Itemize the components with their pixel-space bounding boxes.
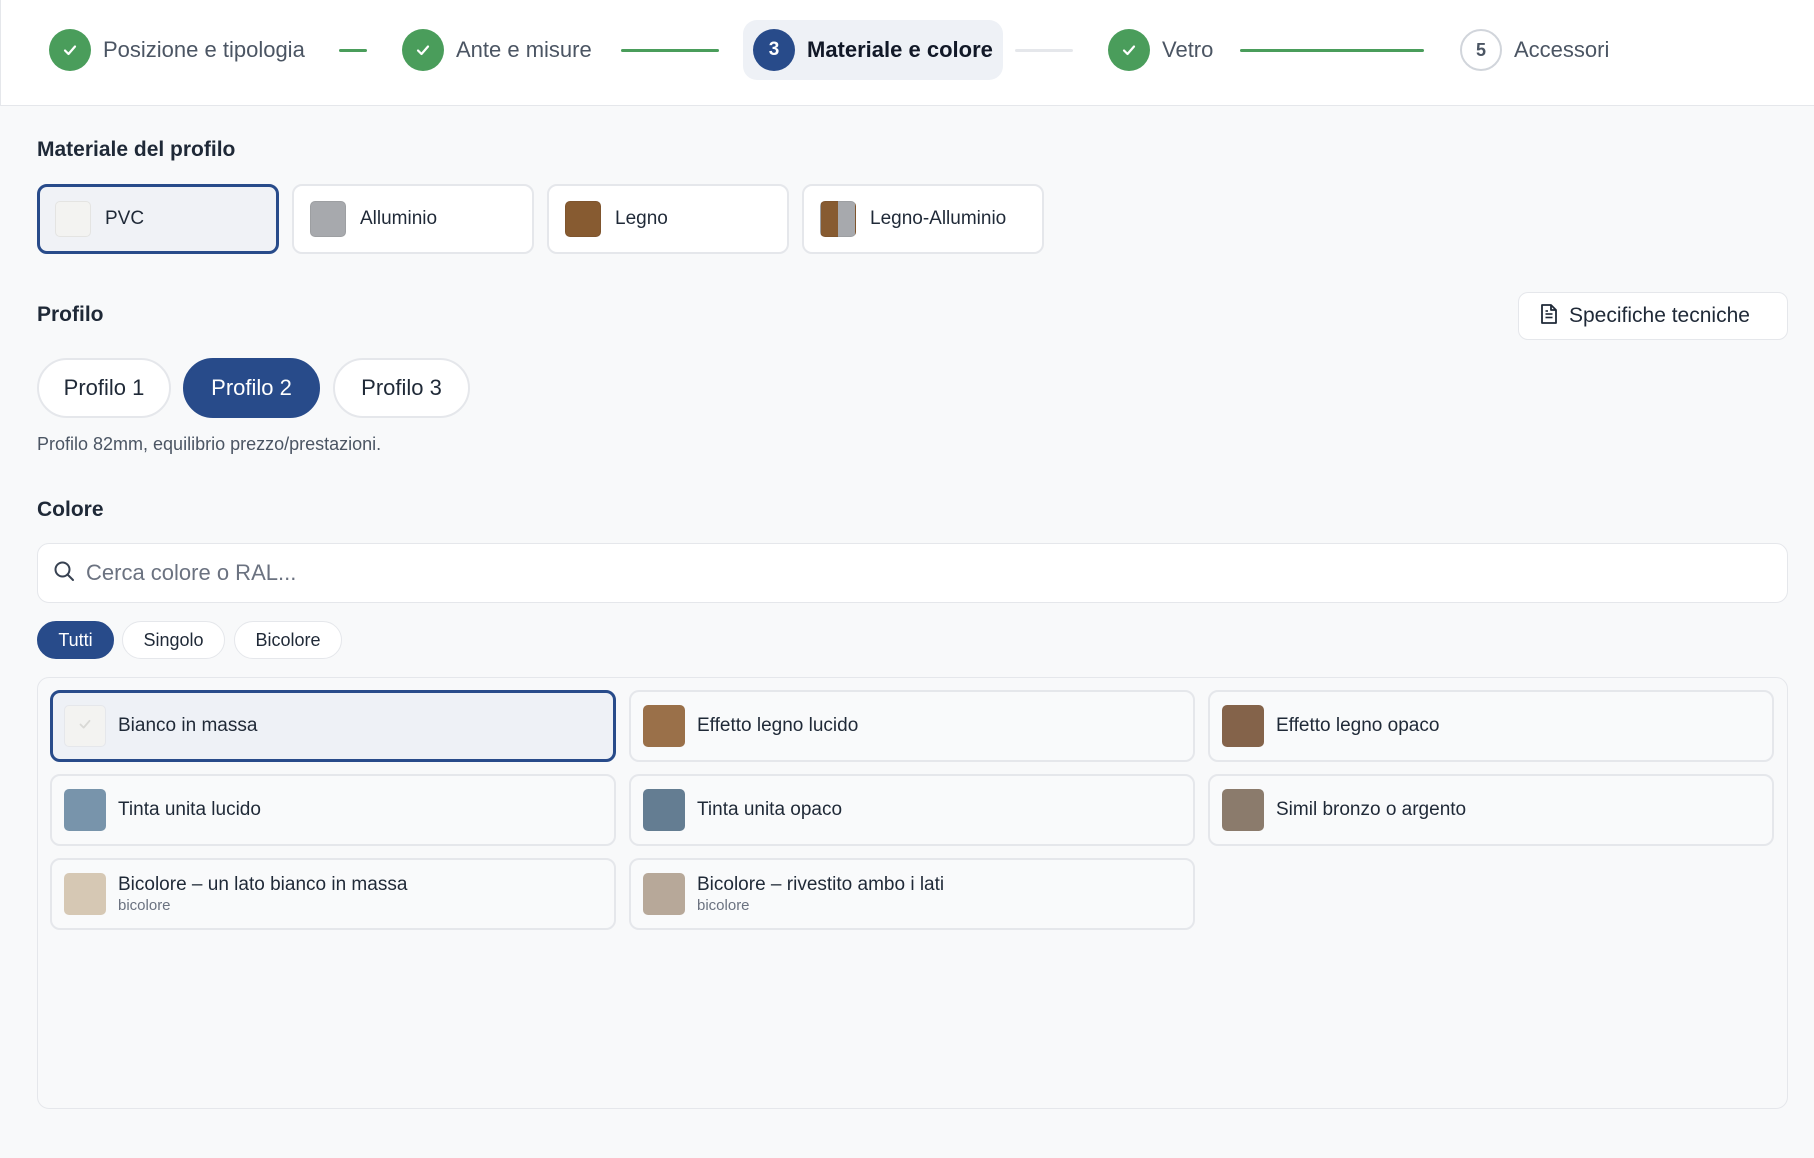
color-subtitle: bicolore bbox=[118, 897, 171, 914]
material-option-legno-alluminio[interactable]: Legno-Alluminio bbox=[802, 184, 1044, 254]
color-swatch bbox=[64, 789, 106, 831]
material-label: Alluminio bbox=[360, 208, 438, 229]
color-option-tinta-unita-opaco[interactable]: Tinta unita opaco bbox=[629, 774, 1195, 846]
color-name: Tinta unita lucido bbox=[118, 799, 261, 820]
material-option-alluminio[interactable]: Alluminio bbox=[292, 184, 534, 254]
color-option-bianco-in-massa[interactable]: Bianco in massa bbox=[50, 690, 616, 762]
color-swatch bbox=[643, 789, 685, 831]
color-text: Effetto legno opaco bbox=[1276, 715, 1439, 737]
step-accessori[interactable]: 5 Accessori bbox=[1460, 20, 1609, 80]
step-label: Accessori bbox=[1514, 37, 1610, 62]
document-icon bbox=[1539, 303, 1559, 330]
step-connector bbox=[339, 49, 367, 52]
material-label: Legno-Alluminio bbox=[870, 208, 1007, 229]
color-swatch bbox=[64, 705, 106, 747]
color-name: Bicolore – rivestito ambo i lati bbox=[697, 874, 945, 895]
material-option-legno[interactable]: Legno bbox=[547, 184, 789, 254]
material-label: PVC bbox=[105, 208, 145, 229]
color-text: Simil bronzo o argento bbox=[1276, 799, 1466, 821]
step-label: Ante e misure bbox=[456, 37, 592, 62]
color-option-effetto-legno-opaco[interactable]: Effetto legno opaco bbox=[1208, 690, 1774, 762]
check-icon bbox=[49, 29, 91, 71]
color-swatch bbox=[1222, 789, 1264, 831]
search-icon bbox=[52, 559, 76, 588]
color-subtitle: bicolore bbox=[697, 897, 750, 914]
color-name: Bianco in massa bbox=[118, 715, 258, 736]
material-section-title: Materiale del profilo bbox=[37, 138, 236, 161]
filter-bicolore[interactable]: Bicolore bbox=[234, 621, 342, 659]
step-connector bbox=[1015, 49, 1073, 52]
profile-description: Profilo 82mm, equilibrio prezzo/prestazi… bbox=[37, 434, 382, 454]
color-name: Effetto legno lucido bbox=[697, 715, 859, 736]
color-option-bicolore-un-lato[interactable]: Bicolore – un lato bianco in massa bicol… bbox=[50, 858, 616, 930]
profile-option-3[interactable]: Profilo 3 bbox=[333, 358, 470, 418]
color-name: Tinta unita opaco bbox=[697, 799, 843, 820]
check-icon bbox=[1108, 29, 1150, 71]
color-name: Effetto legno opaco bbox=[1276, 715, 1440, 736]
color-section-title: Colore bbox=[37, 498, 104, 521]
color-name: Simil bronzo o argento bbox=[1276, 799, 1467, 820]
color-swatch bbox=[643, 705, 685, 747]
check-icon bbox=[76, 715, 94, 738]
filter-tutti[interactable]: Tutti bbox=[37, 621, 114, 659]
step-number-badge: 5 bbox=[1460, 29, 1502, 71]
profile-option-2[interactable]: Profilo 2 bbox=[183, 358, 320, 418]
color-text: Bicolore – un lato bianco in massa bicol… bbox=[118, 874, 407, 914]
color-swatch bbox=[310, 201, 346, 237]
color-swatch bbox=[565, 201, 601, 237]
color-swatch bbox=[820, 201, 856, 237]
color-text: Bicolore – rivestito ambo i lati bicolor… bbox=[697, 874, 944, 914]
color-text: Bianco in massa bbox=[118, 715, 257, 737]
color-swatch bbox=[55, 201, 91, 237]
color-text: Tinta unita lucido bbox=[118, 799, 261, 821]
step-label: Posizione e tipologia bbox=[103, 37, 305, 62]
technical-specs-label: Specifiche tecniche bbox=[1569, 304, 1750, 327]
material-option-pvc[interactable]: PVC bbox=[37, 184, 279, 254]
color-search-bar bbox=[37, 543, 1788, 603]
color-text: Tinta unita opaco bbox=[697, 799, 842, 821]
technical-specs-button[interactable]: Specifiche tecniche bbox=[1518, 292, 1788, 340]
step-posizione[interactable]: Posizione e tipologia bbox=[49, 20, 305, 80]
step-connector bbox=[621, 49, 719, 52]
step-materiale[interactable]: 3 Materiale e colore bbox=[743, 20, 1003, 80]
color-swatch bbox=[64, 873, 106, 915]
step-vetro[interactable]: Vetro bbox=[1108, 20, 1213, 80]
filter-singolo[interactable]: Singolo bbox=[122, 621, 225, 659]
material-label: Legno bbox=[615, 208, 668, 229]
color-options-panel: Bianco in massa Effetto legno lucido Eff… bbox=[37, 677, 1788, 1109]
color-option-simil-bronzo[interactable]: Simil bronzo o argento bbox=[1208, 774, 1774, 846]
color-search-input[interactable] bbox=[86, 560, 1686, 586]
color-text: Effetto legno lucido bbox=[697, 715, 858, 737]
wizard-stepper: Posizione e tipologia Ante e misure 3 Ma… bbox=[0, 0, 1814, 106]
step-connector bbox=[1240, 49, 1424, 52]
profile-section-title: Profilo bbox=[37, 303, 104, 326]
color-option-effetto-legno-lucido[interactable]: Effetto legno lucido bbox=[629, 690, 1195, 762]
color-option-tinta-unita-lucido[interactable]: Tinta unita lucido bbox=[50, 774, 616, 846]
step-label: Materiale e colore bbox=[807, 37, 993, 62]
color-name: Bicolore – un lato bianco in massa bbox=[118, 874, 408, 895]
step-label: Vetro bbox=[1162, 37, 1214, 62]
step-ante[interactable]: Ante e misure bbox=[402, 20, 592, 80]
profile-option-1[interactable]: Profilo 1 bbox=[37, 358, 171, 418]
color-swatch bbox=[1222, 705, 1264, 747]
check-icon bbox=[402, 29, 444, 71]
color-option-bicolore-ambo-lati[interactable]: Bicolore – rivestito ambo i lati bicolor… bbox=[629, 858, 1195, 930]
step-number-badge: 3 bbox=[753, 29, 795, 71]
color-swatch bbox=[643, 873, 685, 915]
